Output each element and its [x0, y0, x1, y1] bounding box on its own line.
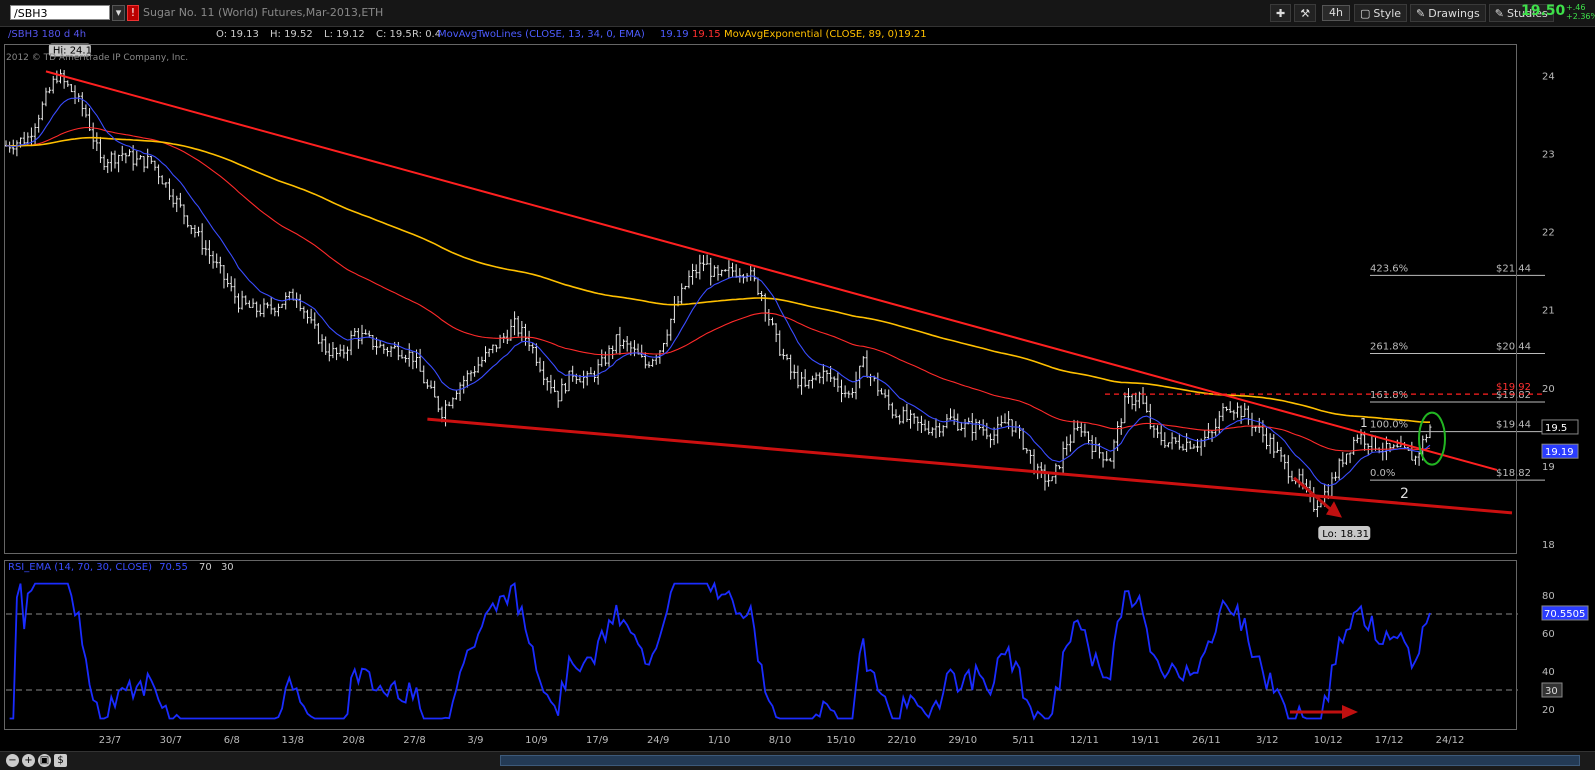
fib-level-pct: 161.8%: [1370, 390, 1408, 401]
x-axis-tick: 17/12: [1375, 735, 1404, 746]
x-axis-tick: 3/9: [467, 735, 483, 746]
fib-level-value: $19.44: [1496, 420, 1531, 431]
price-panel[interactable]: 423.6% $21.44261.8% $20.44161.8% $19.82100.…: [4, 43, 1546, 540]
x-axis-tick: 15/10: [826, 735, 855, 746]
x-axis-tick: 20/8: [342, 735, 364, 746]
fib-level-pct: 423.6%: [1370, 263, 1408, 274]
x-axis-tick: 29/10: [948, 735, 977, 746]
x-axis-tick: 3/12: [1256, 735, 1278, 746]
rsi-level-tag: 30: [1545, 686, 1558, 697]
fib-level-value: $18.82: [1496, 468, 1531, 479]
zoom-in-icon[interactable]: +: [22, 754, 35, 767]
x-axis-tick: 10/12: [1314, 735, 1343, 746]
resistance-label: $19.92: [1496, 382, 1531, 393]
x-axis-tick: 24/12: [1436, 735, 1465, 746]
x-axis-tick: 1/10: [708, 735, 730, 746]
x-axis-tick: 27/8: [403, 735, 425, 746]
rsi-line: [9, 580, 1431, 721]
x-axis-tick: 24/9: [647, 735, 669, 746]
price-axis-tick: 24: [1542, 71, 1555, 82]
price-axis-tick: 18: [1542, 540, 1555, 551]
x-axis-tick: 23/7: [99, 735, 121, 746]
rsi-value-tag: 70.5505: [1544, 609, 1585, 620]
bottom-toolbar: − + ▣ $: [0, 751, 1595, 770]
copyright-text: 2012 © TD Ameritrade IP Company, Inc.: [6, 53, 189, 63]
zoom-out-icon[interactable]: −: [6, 754, 19, 767]
wave-2-label: 2: [1400, 486, 1409, 502]
x-axis-tick: 5/11: [1012, 735, 1034, 746]
rsi-value: 70.55: [159, 562, 188, 573]
price-axis-tick: 19: [1542, 462, 1555, 473]
resistance-trendline: [45, 70, 1498, 471]
rsi-divergence-arrow-head: [1342, 705, 1358, 719]
x-axis-tick: 8/10: [769, 735, 791, 746]
ema-34-line: [5, 126, 1431, 452]
x-axis-tick: 30/7: [160, 735, 182, 746]
rsi-axis-tick: 20: [1542, 705, 1555, 716]
dollar-icon[interactable]: $: [54, 754, 67, 767]
rsi-panel[interactable]: [6, 580, 1518, 721]
x-axis-tick: 12/11: [1070, 735, 1099, 746]
rsi-header: RSI_EMA (14, 70, 30, CLOSE) 70.55 70 30: [8, 562, 234, 576]
x-axis-tick: 19/11: [1131, 735, 1160, 746]
x-axis-tick: 10/9: [525, 735, 547, 746]
x-axis-tick: 26/11: [1192, 735, 1221, 746]
price-axis-tick: 20: [1542, 384, 1555, 395]
price-axis-tick: 21: [1542, 306, 1555, 317]
fib-level-value: $20.44: [1496, 341, 1531, 352]
price-axis-tick: 22: [1542, 228, 1555, 239]
lo-label: Lo: 18.31: [1322, 529, 1369, 540]
rsi-overbought: 70: [199, 562, 212, 573]
rsi-axis-tick: 60: [1542, 629, 1555, 640]
wave-1-label: 1: [1360, 416, 1368, 430]
fib-level-pct: 0.0%: [1370, 468, 1395, 479]
support-trendline: [427, 417, 1513, 515]
ema-price-tag: 19.19: [1545, 447, 1574, 458]
axes: 2423222120191819.519.198060402070.550530…: [99, 71, 1589, 746]
rsi-axis-tick: 40: [1542, 667, 1555, 678]
fib-level-pct: 100.0%: [1370, 420, 1408, 431]
price-rsi-chart[interactable]: 423.6% $21.44261.8% $20.44161.8% $19.82100.…: [0, 0, 1595, 769]
fit-icon[interactable]: ▣: [38, 754, 51, 767]
x-axis-tick: 17/9: [586, 735, 608, 746]
rsi-title[interactable]: RSI_EMA (14, 70, 30, CLOSE): [8, 562, 152, 573]
fib-level-value: $21.44: [1496, 263, 1531, 274]
rsi-axis-tick: 80: [1542, 591, 1555, 602]
scrollbar[interactable]: [500, 755, 1580, 766]
fib-level-pct: 261.8%: [1370, 341, 1408, 352]
x-axis-tick: 13/8: [281, 735, 303, 746]
last-price-tag: 19.5: [1545, 423, 1567, 434]
rsi-oversold: 30: [220, 562, 234, 573]
price-axis-tick: 23: [1542, 149, 1555, 160]
x-axis-tick: 6/8: [224, 735, 240, 746]
x-axis-tick: 22/10: [887, 735, 916, 746]
